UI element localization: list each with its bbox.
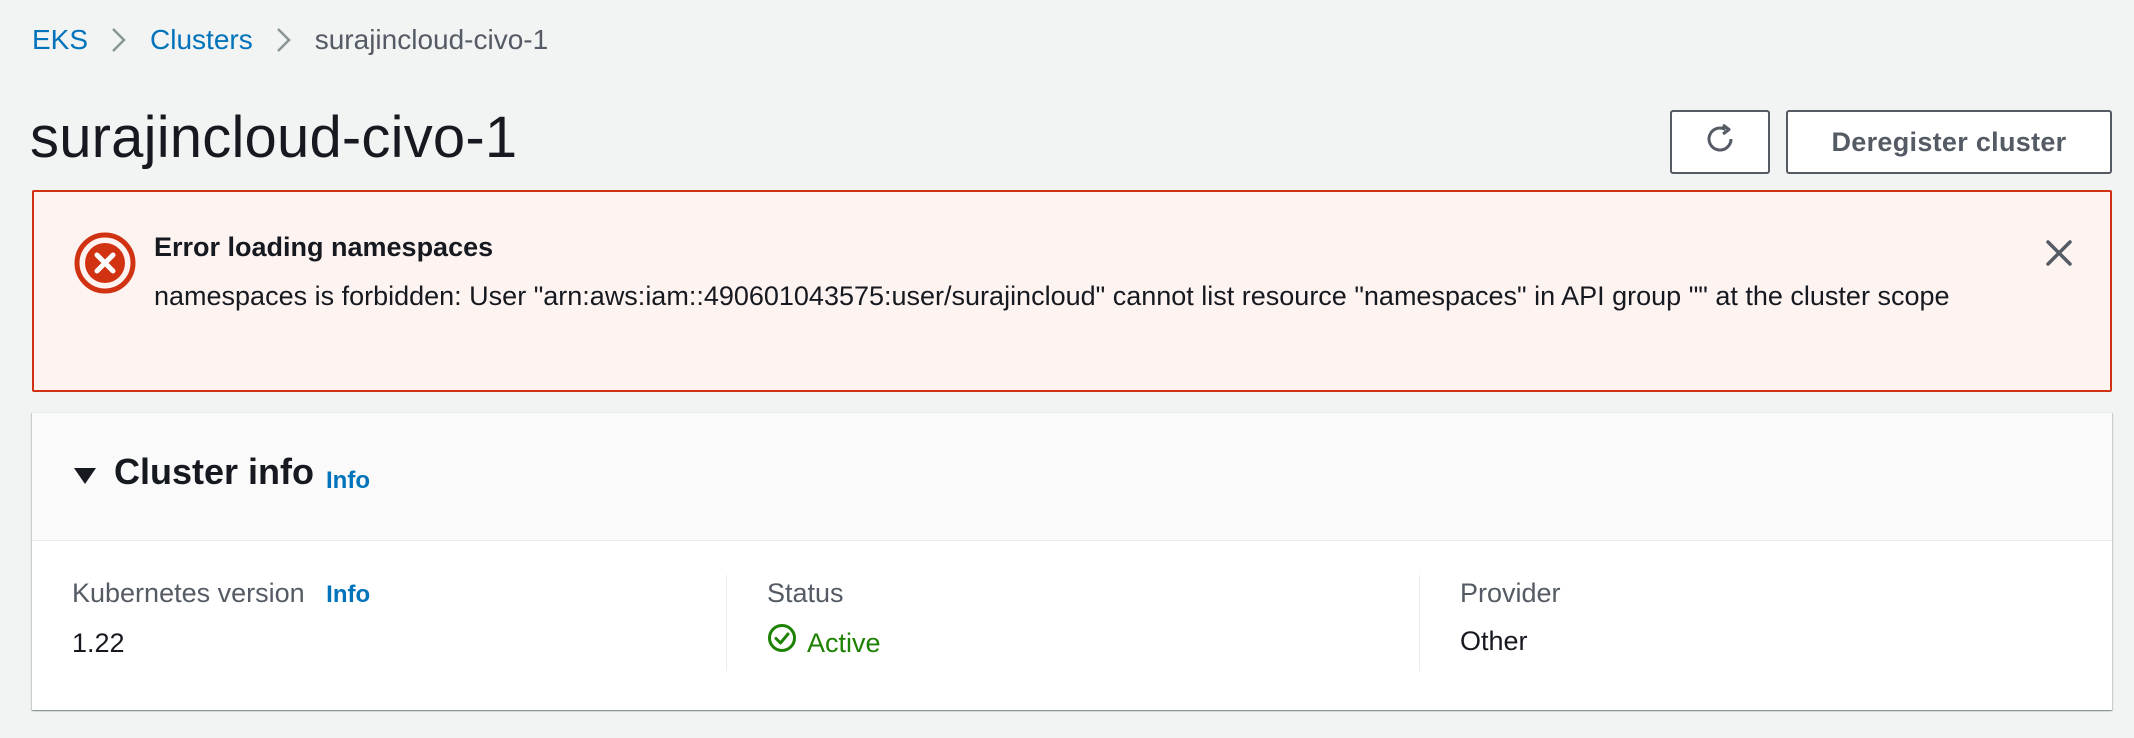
- deregister-cluster-button[interactable]: Deregister cluster: [1786, 110, 2112, 174]
- breadcrumb-current: surajincloud-civo-1: [314, 24, 549, 55]
- status-value: Active: [767, 623, 1407, 662]
- cluster-info-panel: Cluster info Info Kubernetes version Inf…: [32, 412, 2112, 710]
- kubernetes-version-label-row: Kubernetes version Info: [72, 575, 712, 613]
- column-divider: [1419, 575, 1420, 671]
- provider-label: Provider: [1460, 578, 1561, 608]
- kubernetes-version-label: Kubernetes version: [72, 578, 305, 608]
- refresh-icon: [1703, 122, 1737, 163]
- kubernetes-version-info-link[interactable]: Info: [326, 581, 370, 608]
- kubernetes-version-column: Kubernetes version Info 1.22: [72, 575, 712, 671]
- alert-title: Error loading namespaces: [154, 232, 494, 262]
- status-label: Status: [767, 578, 844, 608]
- provider-value: Other: [1460, 626, 1528, 656]
- status-column: Status Active: [767, 575, 1407, 671]
- status-text: Active: [807, 627, 881, 658]
- alert-message: namespaces is forbidden: User "arn:aws:i…: [154, 281, 1950, 311]
- chevron-right-icon: [100, 27, 138, 53]
- page-title: surajincloud-civo-1: [30, 105, 518, 170]
- error-circle-x-icon: [72, 230, 138, 296]
- provider-column: Provider Other: [1460, 575, 2060, 671]
- refresh-button[interactable]: [1670, 110, 1770, 174]
- breadcrumb-clusters-link[interactable]: Clusters: [150, 24, 253, 56]
- close-icon[interactable]: [2034, 228, 2084, 278]
- breadcrumb-eks-link[interactable]: EKS: [32, 24, 88, 56]
- cluster-info-title[interactable]: Cluster info: [114, 451, 314, 493]
- caret-down-icon[interactable]: [72, 463, 98, 489]
- kubernetes-version-value: 1.22: [72, 628, 125, 658]
- error-alert: Error loading namespaces namespaces is f…: [32, 190, 2112, 392]
- cluster-info-header: Cluster info Info: [32, 413, 2112, 541]
- check-circle-icon: [767, 623, 807, 662]
- cluster-info-info-link[interactable]: Info: [326, 467, 370, 495]
- column-divider: [726, 575, 727, 671]
- chevron-right-icon: [265, 27, 303, 53]
- breadcrumb: EKS Clusters surajincloud-civo-1: [32, 20, 548, 60]
